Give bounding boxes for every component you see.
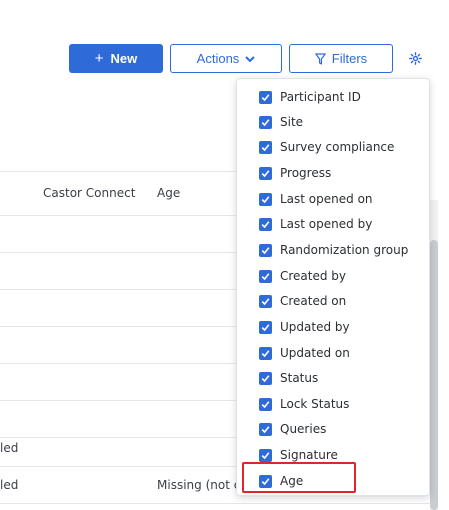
checkbox-checked-icon[interactable] (259, 269, 272, 283)
menu-item-participant-id[interactable]: Participant ID (259, 87, 361, 107)
checkbox-checked-icon[interactable] (259, 448, 272, 462)
menu-item-lock-status[interactable]: Lock Status (259, 394, 349, 414)
menu-item-label: Created on (280, 294, 347, 308)
checkbox-checked-icon[interactable] (259, 320, 272, 334)
table-cell-age: Missing (not c (157, 478, 241, 492)
column-visibility-menu: Participant ID Site Survey compliance Pr… (236, 78, 430, 496)
menu-item-created-by[interactable]: Created by (259, 266, 346, 286)
menu-item-label: Created by (280, 269, 347, 283)
menu-item-queries[interactable]: Queries (259, 419, 326, 439)
menu-item-label: Signature (280, 448, 338, 462)
checkbox-checked-icon[interactable] (259, 166, 272, 180)
menu-item-label: Queries (280, 422, 327, 436)
menu-item-randomization-group[interactable]: Randomization group (259, 240, 408, 260)
menu-item-label: Last opened by (280, 217, 373, 231)
menu-item-label: Survey compliance (280, 140, 395, 154)
menu-item-status[interactable]: Status (259, 368, 318, 388)
column-settings-button[interactable] (400, 44, 430, 73)
filters-button[interactable]: Filters (289, 44, 393, 73)
menu-item-label: Participant ID (280, 90, 361, 104)
checkbox-checked-icon[interactable] (259, 140, 272, 154)
table-cell: led (0, 441, 19, 455)
menu-item-created-on[interactable]: Created on (259, 291, 346, 311)
table-scrollbar-thumb[interactable] (430, 240, 438, 510)
menu-item-last-opened-on[interactable]: Last opened on (259, 189, 373, 209)
checkbox-checked-icon[interactable] (259, 346, 272, 360)
chevron-down-icon (245, 55, 256, 62)
menu-item-label: Updated by (280, 320, 350, 334)
new-button[interactable]: + New (69, 44, 163, 73)
checkbox-checked-icon[interactable] (259, 422, 272, 436)
column-header-castor-connect[interactable]: Castor Connect (43, 186, 135, 200)
menu-item-label: Randomization group (280, 243, 409, 257)
checkbox-checked-icon[interactable] (259, 294, 272, 308)
actions-button[interactable]: Actions (170, 44, 282, 73)
menu-item-label: Progress (280, 166, 332, 180)
checkbox-checked-icon[interactable] (259, 397, 272, 411)
table-cell: led (0, 478, 19, 492)
menu-item-updated-by[interactable]: Updated by (259, 317, 350, 337)
menu-item-label: Lock Status (280, 397, 350, 411)
gear-icon (408, 52, 422, 65)
filters-button-label: Filters (331, 51, 368, 66)
menu-item-progress[interactable]: Progress (259, 163, 331, 183)
checkbox-checked-icon[interactable] (259, 115, 272, 129)
new-button-label: New (110, 51, 138, 66)
menu-item-label: Status (280, 371, 319, 385)
checkbox-checked-icon[interactable] (259, 217, 272, 231)
menu-item-last-opened-by[interactable]: Last opened by (259, 214, 372, 234)
plus-icon: + (94, 50, 104, 67)
menu-item-survey-compliance[interactable]: Survey compliance (259, 137, 394, 157)
menu-item-label: Site (280, 115, 304, 129)
checkbox-checked-icon[interactable] (259, 90, 272, 104)
menu-item-label: Last opened on (280, 192, 373, 206)
filter-icon (314, 52, 326, 65)
column-header-age[interactable]: Age (157, 186, 180, 200)
checkbox-checked-icon[interactable] (259, 371, 272, 385)
actions-button-label: Actions (196, 51, 240, 66)
checkbox-checked-icon[interactable] (259, 192, 272, 206)
highlight-box (242, 462, 356, 493)
menu-item-site[interactable]: Site (259, 112, 303, 132)
checkbox-checked-icon[interactable] (259, 243, 272, 257)
menu-item-updated-on[interactable]: Updated on (259, 343, 350, 363)
menu-item-label: Updated on (280, 346, 350, 360)
